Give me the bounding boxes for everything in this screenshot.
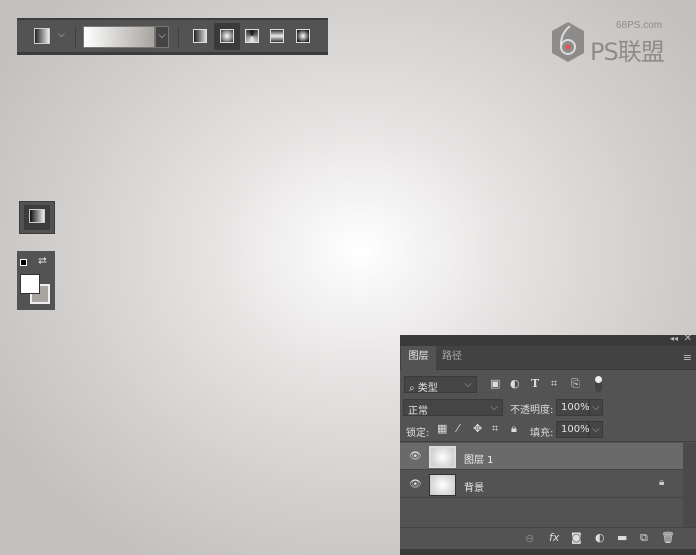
radial-gradient-button[interactable]	[214, 23, 240, 50]
delete-layer-icon[interactable]: 🗑︎	[661, 531, 675, 544]
new-group-icon[interactable]: ▬	[617, 531, 627, 544]
gradient-picker-chevron-icon[interactable]: ⌵	[155, 26, 169, 48]
opacity-chevron-icon[interactable]: ⌵	[589, 399, 603, 416]
type-filter-icon[interactable]: T	[531, 377, 539, 390]
lock-all-icon[interactable]: 🔒︎	[511, 422, 517, 436]
opacity-label: 不透明度:	[510, 405, 554, 416]
tab-label: 路径	[442, 351, 462, 362]
lock-transparent-icon[interactable]: ▦	[437, 422, 447, 435]
fill-value: 100%	[561, 424, 590, 435]
new-layer-icon[interactable]: ⧉	[640, 531, 648, 545]
reflected-gradient-icon[interactable]	[270, 29, 284, 43]
layer-name: 背景	[464, 483, 484, 494]
smart-object-filter-icon[interactable]: ⎘	[571, 377, 580, 391]
color-swatches: ⮂	[17, 251, 55, 310]
shape-filter-icon[interactable]: ⌗	[551, 377, 557, 391]
chevron-down-icon[interactable]: ⌵	[58, 30, 65, 40]
layer-thumbnail	[429, 446, 456, 468]
swap-colors-icon[interactable]: ⮂	[38, 254, 47, 268]
opacity-value: 100%	[561, 402, 590, 413]
foreground-color-swatch[interactable]	[20, 274, 40, 294]
angle-gradient-icon[interactable]	[245, 29, 259, 43]
layer-row-layer1[interactable]: 👁︎ 图层 1	[400, 443, 683, 470]
filter-toggle[interactable]	[595, 376, 602, 392]
close-icon[interactable]: ✕	[684, 333, 692, 344]
gradient-tool-button[interactable]	[19, 201, 55, 234]
tab-layers[interactable]: 图层	[401, 346, 436, 370]
fill-label: 填充:	[530, 428, 554, 439]
tab-label: 图层	[408, 351, 429, 362]
layer-name: 图层 1	[464, 455, 494, 466]
layer-filter-select[interactable]: ⌕ 类型 ⌵	[404, 376, 477, 394]
logo-icon	[552, 22, 584, 62]
fill-input[interactable]: 100%	[556, 421, 590, 438]
layer-row-background[interactable]: 👁︎ 背景 🔒︎	[400, 471, 683, 498]
options-toolbar: ⌵ ⌵	[17, 18, 328, 55]
blend-mode-select[interactable]: 正常 ⌵	[403, 399, 503, 417]
gradient-preset-picker[interactable]	[83, 26, 155, 48]
gradient-tool-icon[interactable]	[34, 28, 50, 44]
watermark-site: 68PS.com	[616, 20, 663, 31]
layer-lock-icon: 🔒︎	[659, 477, 665, 488]
adjustment-layer-icon[interactable]: ◐	[595, 531, 605, 544]
blend-mode-value: 正常	[408, 406, 428, 417]
collapse-icon[interactable]: ◂◂	[670, 334, 678, 343]
default-colors-icon[interactable]	[20, 259, 27, 266]
radial-gradient-icon	[220, 29, 234, 43]
adjustment-filter-icon[interactable]: ◐	[510, 377, 520, 390]
watermark-name: PS联盟	[590, 38, 665, 66]
diamond-gradient-icon[interactable]	[296, 29, 310, 43]
layers-scrollbar[interactable]	[683, 443, 696, 527]
fill-chevron-icon[interactable]: ⌵	[589, 421, 603, 438]
tab-paths[interactable]: 路径	[437, 346, 467, 370]
gradient-icon	[29, 209, 45, 223]
pixel-filter-icon[interactable]: ▣	[490, 377, 500, 390]
filter-label: 类型	[417, 383, 438, 394]
opacity-input[interactable]: 100%	[556, 399, 590, 416]
add-mask-icon[interactable]: ◙	[571, 531, 582, 544]
layers-panel: ◂◂ ✕ 图层 路径 ≡ ⌕ 类型 ⌵ ▣ ◐ T ⌗ ⎘ 正常 ⌵ 不透明度: 1…	[400, 333, 696, 555]
lock-position-icon[interactable]: ✥	[473, 422, 482, 435]
panel-menu-icon[interactable]: ≡	[683, 351, 692, 364]
lock-label: 锁定:	[406, 428, 430, 439]
lock-artboard-icon[interactable]: ⌗	[492, 422, 498, 436]
fx-icon[interactable]: fx	[549, 531, 559, 544]
watermark-logo: 68PS.com PS联盟	[548, 18, 688, 68]
visibility-eye-icon[interactable]: 👁︎	[409, 451, 422, 462]
linear-gradient-icon[interactable]	[193, 29, 207, 43]
layer-thumbnail	[429, 474, 456, 496]
link-layers-icon[interactable]: ⊖	[525, 532, 534, 545]
visibility-eye-icon[interactable]: 👁︎	[409, 479, 422, 490]
lock-pixels-brush-icon[interactable]: ⁄	[457, 422, 459, 435]
